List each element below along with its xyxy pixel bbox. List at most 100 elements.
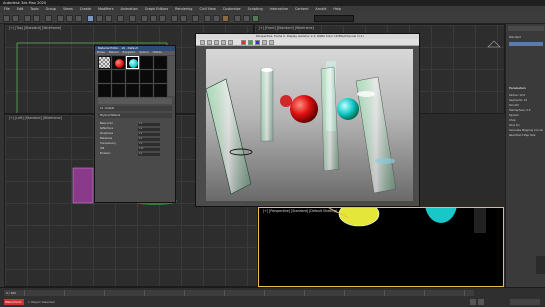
align-icon[interactable] <box>180 15 187 22</box>
menu-item-file[interactable]: File <box>4 6 10 13</box>
menu-item-content[interactable]: Content <box>295 6 309 13</box>
sample-slot[interactable] <box>126 84 139 97</box>
sample-slot[interactable] <box>154 70 167 83</box>
menu-item-edit[interactable]: Edit <box>17 6 24 13</box>
menu-item-tools[interactable]: Tools <box>30 6 38 13</box>
param-value[interactable]: 1.52 <box>138 147 160 151</box>
material-editor-side-tools[interactable] <box>168 56 175 96</box>
param-squash[interactable]: Squash <box>509 114 519 117</box>
mat-menu-utilities[interactable]: Utilities <box>153 51 162 55</box>
sample-slot[interactable] <box>126 70 139 83</box>
sample-slot[interactable] <box>98 84 111 97</box>
render-setup-icon[interactable] <box>234 15 241 22</box>
param-value[interactable]: 0.0 <box>138 137 160 141</box>
sample-slot[interactable] <box>140 84 153 97</box>
layer-explorer-icon[interactable] <box>192 15 199 22</box>
save-image-icon[interactable] <box>200 40 205 45</box>
menu-item-views[interactable]: Views <box>63 6 73 13</box>
rendered-frame-window-icon[interactable] <box>243 15 250 22</box>
param-smooth[interactable]: Smooth <box>509 104 519 107</box>
param-hemisphere[interactable]: Hemisphere: 0.0 <box>509 109 530 112</box>
menu-item-graph-editors[interactable]: Graph Editors <box>145 6 168 13</box>
select-object-icon[interactable] <box>57 15 64 22</box>
sample-slot[interactable] <box>140 70 153 83</box>
blue-channel-icon[interactable] <box>255 40 260 45</box>
reference-coordinate-icon[interactable] <box>117 15 124 22</box>
mat-menu-modes[interactable]: Modes <box>97 51 105 55</box>
pivot-icon[interactable] <box>129 15 136 22</box>
param-value[interactable]: 1.0 <box>138 127 160 131</box>
param-real-world-map[interactable]: Real-World Map Size <box>509 134 535 137</box>
viewport-navigation-controls[interactable] <box>510 299 540 305</box>
menu-item-animation[interactable]: Animation <box>121 6 138 13</box>
sample-slot[interactable] <box>112 70 125 83</box>
selection-filter-icon[interactable] <box>45 15 52 22</box>
menu-item-group[interactable]: Group <box>46 6 56 13</box>
print-image-icon[interactable] <box>221 40 226 45</box>
next-frame-icon[interactable] <box>478 299 484 305</box>
sample-slot[interactable] <box>98 70 111 83</box>
param-value[interactable]: 0.0 <box>138 152 160 156</box>
command-panel-tabs[interactable] <box>508 26 544 31</box>
percent-snap-icon[interactable] <box>159 15 166 22</box>
scale-icon[interactable] <box>105 15 112 22</box>
param-radius[interactable]: Radius: 10.0 <box>509 94 525 97</box>
mirror-icon[interactable] <box>171 15 178 22</box>
menu-item-interactive[interactable]: Interactive <box>270 6 288 13</box>
material-type-button[interactable]: Physical Material <box>98 113 172 118</box>
rotate-icon[interactable] <box>96 15 103 22</box>
sample-slot-cyan-sphere[interactable] <box>126 56 139 69</box>
menu-item-modifiers[interactable]: Modifiers <box>98 6 113 13</box>
red-channel-icon[interactable] <box>241 40 246 45</box>
clear-image-icon[interactable] <box>228 40 233 45</box>
maxscript-listener[interactable]: Welcome to M <box>4 299 24 307</box>
sample-slot[interactable] <box>98 56 111 69</box>
sample-slot[interactable] <box>112 84 125 97</box>
angle-snap-icon[interactable] <box>150 15 157 22</box>
search-input[interactable] <box>314 15 354 22</box>
sample-slot[interactable] <box>154 56 167 69</box>
param-generate-mapping[interactable]: Generate Mapping Coords <box>509 129 543 132</box>
param-segments[interactable]: Segments: 32 <box>509 99 527 102</box>
menu-item-rendering[interactable]: Rendering <box>175 6 192 13</box>
material-editor-icon[interactable] <box>222 15 229 22</box>
unlink-icon[interactable] <box>33 15 40 22</box>
menu-item-civil-view[interactable]: Civil View <box>199 6 215 13</box>
snap-toggle-icon[interactable] <box>141 15 148 22</box>
copy-image-icon[interactable] <box>207 40 212 45</box>
nav-cube-icon[interactable] <box>536 256 545 274</box>
redo-icon[interactable] <box>12 15 19 22</box>
mat-menu-options[interactable]: Options <box>139 51 148 55</box>
mat-menu-material[interactable]: Material <box>109 51 119 55</box>
time-slider[interactable]: 0 / 100 <box>4 290 474 296</box>
alpha-channel-icon[interactable] <box>262 40 267 45</box>
undo-icon[interactable] <box>3 15 10 22</box>
sample-slot[interactable] <box>140 56 153 69</box>
link-icon[interactable] <box>24 15 31 22</box>
rectangle-selection-icon[interactable] <box>75 15 82 22</box>
param-value[interactable]: 1.0 <box>138 142 160 146</box>
sample-slot-red-sphere[interactable] <box>112 56 125 69</box>
clone-window-icon[interactable] <box>214 40 219 45</box>
panel-tab-label[interactable]: Standard <box>509 36 521 39</box>
menu-item-scripting[interactable]: Scripting <box>248 6 263 13</box>
param-value[interactable]: 0.0 <box>138 132 160 136</box>
material-name-field[interactable]: 10 - Default <box>98 106 172 111</box>
mat-menu-navigation[interactable]: Navigation <box>122 51 135 55</box>
select-by-name-icon[interactable] <box>66 15 73 22</box>
viewcube-icon[interactable] <box>485 37 503 51</box>
schematic-view-icon[interactable] <box>213 15 220 22</box>
monochrome-icon[interactable] <box>269 40 274 45</box>
curve-editor-icon[interactable] <box>204 15 211 22</box>
param-chop[interactable]: Chop <box>509 119 516 122</box>
sample-slot[interactable] <box>154 84 167 97</box>
rollout-parameters[interactable]: Parameters <box>509 87 526 90</box>
green-channel-icon[interactable] <box>248 40 253 45</box>
menu-item-create[interactable]: Create <box>80 6 91 13</box>
render-production-icon[interactable] <box>252 15 259 22</box>
move-icon[interactable] <box>87 15 94 22</box>
param-slice-on[interactable]: Slice On <box>509 124 520 127</box>
play-icon[interactable] <box>470 299 476 305</box>
menu-item-customize[interactable]: Customize <box>223 6 241 13</box>
menu-item-arnold[interactable]: Arnold <box>315 6 326 13</box>
